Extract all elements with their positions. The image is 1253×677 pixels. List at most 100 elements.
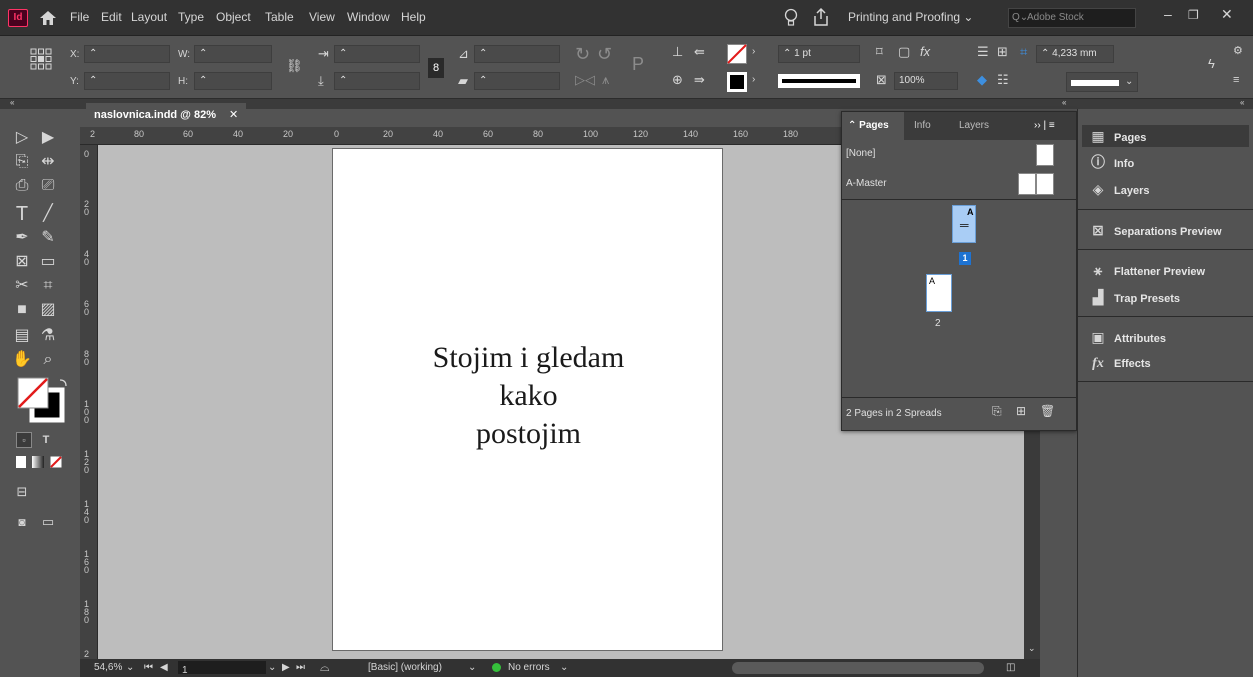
restore-button[interactable]: ❐ (1188, 8, 1199, 22)
content-placer-icon[interactable]: ⎚ (36, 174, 60, 198)
menu-window[interactable]: Window (347, 10, 390, 24)
preview-mode-icon[interactable]: ◙ (10, 510, 34, 534)
document-tab[interactable]: naslovnica.indd @ 82% ✕ (86, 103, 246, 127)
fill-stroke-swatches-icon[interactable] (16, 376, 68, 424)
panel-menu-icon[interactable]: ≡ (1233, 74, 1239, 86)
h-field[interactable]: ⌃ (194, 72, 272, 90)
dock-item-effects[interactable]: fx Effects (1088, 353, 1151, 375)
select-previous-icon[interactable]: ⇚ (694, 44, 705, 60)
formatting-text-icon[interactable]: T (38, 432, 54, 448)
panel-expand-icon[interactable]: ›› | ≡ (1034, 120, 1055, 131)
tab-layers[interactable]: Layers (959, 120, 989, 131)
opacity-field[interactable]: 100% (894, 72, 958, 90)
master-none-label[interactable]: [None] (846, 148, 875, 159)
first-page-icon[interactable]: ⏮ (144, 662, 153, 673)
workspace-switcher[interactable]: Printing and Proofing ⌄ (848, 10, 973, 24)
stroke-weight-field[interactable]: ⌃ 1 pt (778, 45, 860, 63)
menu-file[interactable]: File (70, 10, 89, 24)
apply-gradient-icon[interactable] (32, 456, 44, 468)
horizontal-scroll-thumb[interactable] (732, 662, 984, 674)
a-master-label[interactable]: A-Master (846, 178, 887, 189)
align-bottom-icon[interactable]: ☷ (997, 72, 1009, 88)
stock-search-input[interactable]: Q⌄ Adobe Stock (1008, 8, 1136, 28)
eyedropper-tool-icon[interactable]: ⚗ (36, 324, 60, 348)
page-1-thumbnail[interactable]: A ═ (952, 205, 976, 243)
scale-y-field[interactable]: ⌃ (334, 72, 420, 90)
view-mode-icon[interactable]: ▭ (36, 510, 60, 534)
formatting-container-icon[interactable]: ▫ (16, 432, 32, 448)
apply-none-icon[interactable] (50, 456, 62, 468)
dock-item-flattener-preview[interactable]: ⚹ Flattener Preview (1088, 259, 1205, 281)
profile-dropdown-icon[interactable]: ⌄ (468, 662, 476, 673)
dock-item-attributes[interactable]: ▣ Attributes (1088, 326, 1166, 348)
page-text-frame[interactable]: Stojim i gledam kako postojim (333, 339, 724, 453)
rotate-ccw-icon[interactable]: ↺ (597, 44, 612, 65)
tab-pages[interactable]: ⌃ Pages (842, 112, 904, 140)
rotate-field[interactable]: ⌃ (474, 45, 560, 63)
dock-item-info[interactable]: ⓘ Info (1088, 151, 1134, 173)
edit-page-size-icon[interactable]: ⎘ (992, 404, 1002, 419)
select-content-icon[interactable]: ⊕ (672, 72, 683, 88)
minimize-button[interactable]: – (1164, 6, 1172, 22)
page-number-field[interactable]: 1 (178, 661, 266, 676)
object-style-dropdown[interactable]: ⌄ (1066, 72, 1138, 92)
rotate-cw-icon[interactable]: ↻ (575, 44, 590, 65)
text-wrap-icon[interactable]: ◆ (977, 72, 987, 88)
document-page[interactable]: Stojim i gledam kako postojim (332, 148, 723, 651)
rectangle-frame-tool-icon[interactable]: ⊠ (10, 250, 34, 274)
stroke-dropdown-icon[interactable]: › (752, 74, 755, 85)
collapse-left-icon[interactable]: « (10, 98, 14, 107)
page-tool-icon[interactable]: ⎘ (10, 150, 34, 174)
type-tool-icon[interactable]: T (10, 202, 34, 226)
menu-edit[interactable]: Edit (101, 10, 122, 24)
menu-layout[interactable]: Layout (131, 10, 167, 24)
a-master-left-thumbnail[interactable] (1018, 173, 1036, 195)
next-page-icon[interactable]: ▶ (282, 662, 290, 673)
lightbulb-icon[interactable] (784, 8, 798, 28)
offset-field[interactable]: ⌃ 4,233 mm (1036, 45, 1114, 63)
dock-item-pages[interactable]: ▦ Pages (1088, 125, 1146, 147)
preflight-icon[interactable]: ⌓ (320, 660, 330, 675)
free-transform-tool-icon[interactable]: ⌗ (36, 274, 60, 298)
page-dropdown-icon[interactable]: ⌄ (268, 662, 276, 673)
collapse-middle-icon[interactable]: « (1062, 98, 1066, 107)
constrain-proportions-icon[interactable]: ⛓ (286, 58, 303, 74)
preflight-profile[interactable]: [Basic] (working) (368, 662, 442, 673)
stroke-type-dropdown[interactable] (778, 74, 860, 88)
w-field[interactable]: ⌃ (194, 45, 272, 63)
master-none-thumbnail[interactable] (1036, 144, 1054, 166)
menu-table[interactable]: Table (265, 10, 294, 24)
line-tool-icon[interactable]: ╱ (36, 202, 60, 226)
content-collector-icon[interactable]: ⎙ (10, 174, 34, 198)
gap-tool-icon[interactable]: ⇹ (36, 150, 60, 174)
pen-tool-icon[interactable]: ✒ (10, 226, 34, 250)
zoom-tool-icon[interactable]: ⌕ (36, 348, 60, 372)
menu-view[interactable]: View (309, 10, 335, 24)
chevron-down-icon[interactable]: ⌄ (1028, 643, 1036, 654)
dock-item-layers[interactable]: ◈ Layers (1088, 178, 1150, 200)
stroke-swatch-icon[interactable] (727, 72, 747, 92)
delete-page-icon[interactable]: 🗑 (1040, 404, 1055, 418)
frame-fitting-icon[interactable]: ⌑ (876, 44, 883, 60)
fill-dropdown-icon[interactable]: › (752, 46, 755, 57)
menu-help[interactable]: Help (401, 10, 426, 24)
rectangle-tool-icon[interactable]: ▭ (36, 250, 60, 274)
link-scale-icon[interactable]: 8 (428, 58, 444, 78)
share-icon[interactable] (812, 7, 830, 27)
scissors-tool-icon[interactable]: ✂ (10, 274, 34, 298)
zoom-level[interactable]: 54,6% (94, 662, 122, 673)
distribute-icon[interactable]: ⊞ (997, 44, 1008, 60)
y-field[interactable]: ⌃ (84, 72, 170, 90)
home-icon[interactable] (39, 10, 57, 26)
note-tool-icon[interactable]: ▤ (10, 324, 34, 348)
scale-x-field[interactable]: ⌃ (334, 45, 420, 63)
flip-vertical-icon[interactable]: ⩚ (602, 72, 609, 88)
fill-swatch-none-icon[interactable] (727, 44, 747, 64)
pencil-tool-icon[interactable]: ✎ (36, 226, 60, 250)
shear-field[interactable]: ⌃ (474, 72, 560, 90)
align-center-icon[interactable]: ☰ (977, 44, 989, 60)
new-page-icon[interactable]: ⊞ (1016, 404, 1026, 418)
lightning-icon[interactable]: ϟ (1208, 56, 1215, 71)
direct-selection-tool-icon[interactable]: ▶ (36, 126, 60, 150)
screen-mode-icon[interactable]: ⊟ (10, 480, 34, 504)
